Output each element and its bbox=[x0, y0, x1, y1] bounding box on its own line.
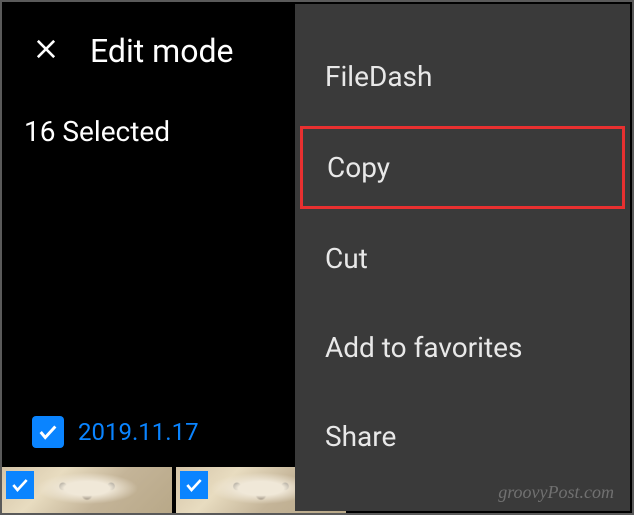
date-group-row: 2019.11.17 bbox=[32, 416, 199, 448]
close-icon[interactable] bbox=[32, 35, 60, 67]
thumb-checkbox[interactable] bbox=[180, 471, 208, 499]
date-label[interactable]: 2019.11.17 bbox=[78, 418, 199, 446]
menu-item-filedash[interactable]: FileDash bbox=[295, 32, 630, 121]
edit-mode-title: Edit mode bbox=[90, 32, 233, 70]
date-checkbox[interactable] bbox=[32, 416, 64, 448]
watermark: groovyPost.com bbox=[498, 482, 614, 503]
thumb-checkbox[interactable] bbox=[6, 471, 34, 499]
menu-item-share[interactable]: Share bbox=[295, 392, 630, 481]
context-menu: FileDash Copy Cut Add to favorites Share bbox=[295, 4, 630, 511]
menu-item-copy[interactable]: Copy bbox=[297, 123, 628, 212]
menu-item-add-to-favorites[interactable]: Add to favorites bbox=[295, 303, 630, 392]
menu-item-cut[interactable]: Cut bbox=[295, 214, 630, 303]
photo-thumbnail[interactable] bbox=[2, 467, 172, 513]
